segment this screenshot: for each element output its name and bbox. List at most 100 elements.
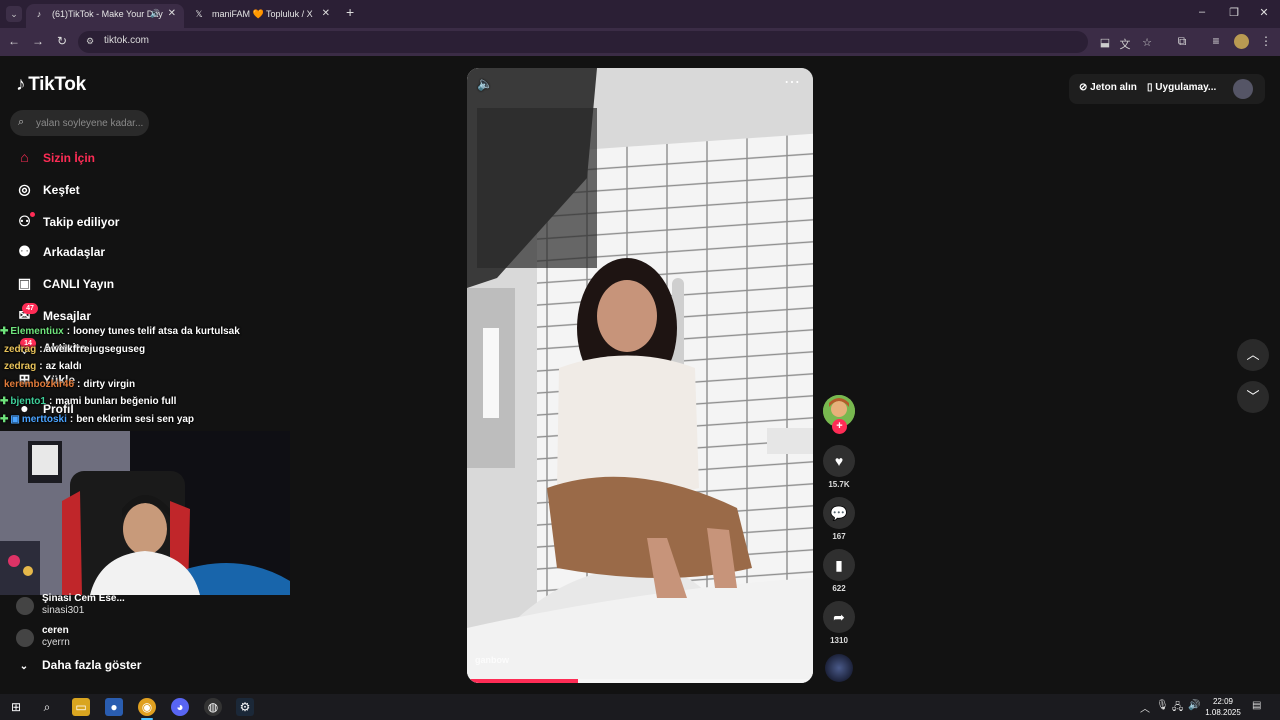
friends-icon: ⚉: [18, 243, 31, 259]
microphone-icon[interactable]: 🎙: [1156, 700, 1169, 711]
file-explorer-icon[interactable]: ▭: [72, 698, 90, 716]
url-text[interactable]: tiktok.com: [104, 35, 149, 46]
search-icon[interactable]: ⌕: [38, 698, 56, 716]
media-controls-icon[interactable]: ≡: [1208, 34, 1224, 48]
get-coins-button[interactable]: ⊘ Jeton alın: [1079, 82, 1137, 93]
chat-message: kerembozkir46: dirty virgin: [4, 379, 136, 390]
sub-badge-icon: ✚: [0, 414, 9, 425]
follow-creator-button[interactable]: +: [832, 419, 847, 434]
audio-playing-icon[interactable]: 🔊: [150, 4, 160, 24]
show-more-button[interactable]: ⌄ Daha fazla göster: [16, 658, 142, 672]
video-frame-image: [467, 68, 813, 683]
chevron-up-icon: ︿: [1246, 347, 1260, 362]
save-action[interactable]: ▮ 622: [823, 549, 855, 593]
tiktok-page: ♪TikTok ⌕ ⌂ Sizin İçin ◎ Keşfet ⚇ Takip …: [0, 56, 1280, 694]
previous-video-button[interactable]: ︿: [1237, 339, 1269, 371]
close-tab-icon[interactable]: ✕: [322, 4, 330, 24]
chat-message: zedrag: aweikfrrejugseguseg: [4, 344, 146, 355]
video-progress-bar[interactable]: [467, 679, 813, 683]
comment-count: 167: [832, 532, 846, 541]
webcam-overlay: [0, 431, 290, 595]
x-favicon-icon: 𝕏: [195, 9, 203, 19]
top-right-actions: ⊘ Jeton alın ▯ Uygulamay...: [1069, 74, 1265, 104]
install-app-icon[interactable]: ⬓: [1098, 36, 1112, 49]
reload-icon[interactable]: ↻: [54, 34, 70, 48]
video-player[interactable]: 🔈 ⋯ ganbow: [467, 68, 813, 683]
music-disc-icon[interactable]: [825, 654, 853, 682]
share-icon[interactable]: ➦: [823, 601, 855, 633]
restore-button[interactable]: ❐: [1224, 6, 1244, 19]
user-avatar[interactable]: [1233, 79, 1253, 99]
bookmark-star-icon[interactable]: ☆: [1140, 36, 1154, 49]
more-options-icon[interactable]: ⋯: [784, 72, 801, 92]
bookmark-icon[interactable]: ▮: [823, 549, 855, 581]
chat-message: zedrag: az kaldı: [4, 361, 82, 372]
tab-x-community[interactable]: 𝕏 maniFAM 🧡 Topluluk / X ✕: [186, 4, 338, 28]
tab-title: maniFAM 🧡 Topluluk / X: [212, 9, 313, 19]
chat-message: ✚ ▣ merttoski: ben eklerim sesi sen yap: [0, 414, 195, 425]
search-box[interactable]: ⌕: [10, 110, 149, 136]
windows-start-icon[interactable]: ⊞: [7, 698, 25, 716]
tiktok-favicon-icon: ♪: [36, 9, 42, 19]
site-info-icon[interactable]: ⚙: [86, 36, 98, 48]
volume-icon[interactable]: 🔈: [477, 76, 493, 92]
minimize-button[interactable]: –: [1192, 6, 1212, 18]
tiktok-logo[interactable]: ♪ TikTok: [16, 74, 86, 96]
system-clock[interactable]: 22:09 1.08.2025: [1203, 696, 1243, 718]
get-app-button[interactable]: ▯ Uygulamay...: [1147, 82, 1216, 93]
close-tab-icon[interactable]: ✕: [168, 4, 176, 24]
tab-search-dropdown-icon[interactable]: ⌄: [6, 6, 22, 22]
tab-tiktok[interactable]: ♪ (61)TikTok - Make Your Day 🔊 ✕: [26, 4, 184, 28]
browser-tab-bar: ⌄ ♪ (61)TikTok - Make Your Day 🔊 ✕ 𝕏 man…: [0, 0, 1280, 28]
extensions-icon[interactable]: ⧉: [1174, 34, 1190, 49]
network-icon[interactable]: 🖧: [1172, 700, 1183, 717]
messages-badge: 47: [22, 303, 38, 314]
like-action[interactable]: ♥ 15.7K: [823, 445, 855, 489]
browser-menu-icon[interactable]: ⋮: [1258, 34, 1274, 48]
mod-badge-icon: ▣: [10, 414, 20, 425]
phone-icon: ▯: [1147, 82, 1153, 93]
coin-icon: ⊘: [1079, 82, 1088, 93]
chevron-down-icon: ﹀: [1246, 389, 1260, 404]
app-icon[interactable]: ●: [105, 698, 123, 716]
tab-title: (61)TikTok - Make Your Day: [52, 9, 163, 19]
steam-icon[interactable]: ⚙: [236, 698, 254, 716]
notifications-icon[interactable]: ▤: [1252, 700, 1261, 711]
share-action[interactable]: ➦ 1310: [823, 601, 855, 645]
comment-action[interactable]: 💬 167: [823, 497, 855, 541]
avatar: [16, 629, 34, 647]
share-count: 1310: [830, 636, 848, 645]
notification-dot: [30, 212, 35, 217]
comment-icon[interactable]: 💬: [823, 497, 855, 529]
obs-icon[interactable]: ◍: [204, 698, 222, 716]
chat-message: ✚ Elementiux: looney tunes telif atsa da k…: [0, 326, 240, 337]
next-video-button[interactable]: ﹀: [1237, 381, 1269, 413]
tray-overflow-icon[interactable]: ︿: [1140, 700, 1150, 715]
close-window-button[interactable]: ✕: [1254, 6, 1274, 19]
browser-toolbar: ← → ↻ ⚙ tiktok.com ⬓ 文 ☆ ⧉ ≡ ⋮: [0, 28, 1280, 56]
sub-badge-icon: ✚: [0, 396, 9, 407]
discord-icon[interactable]: ◕: [171, 698, 189, 716]
new-tab-button[interactable]: +: [346, 4, 354, 20]
windows-taskbar: ⊞ ⌕ ▭ ● ◉ ◕ ◍ ⚙ ︿ 🎙 🖧 🔊 22:09 1.08.2025 …: [0, 694, 1280, 720]
sub-badge-icon: ✚: [0, 326, 9, 337]
heart-icon[interactable]: ♥: [823, 445, 855, 477]
chrome-icon[interactable]: ◉: [138, 698, 156, 716]
address-bar[interactable]: ⚙ tiktok.com ⬓ 文 ☆: [78, 31, 1152, 53]
save-count: 622: [832, 584, 846, 593]
translate-icon[interactable]: 文: [1118, 36, 1132, 52]
back-icon[interactable]: ←: [6, 34, 22, 48]
home-icon: ⌂: [20, 149, 29, 165]
tiktok-note-icon: ♪: [16, 74, 26, 95]
speaker-icon[interactable]: 🔊: [1188, 700, 1200, 711]
profile-avatar[interactable]: [1234, 34, 1249, 49]
forward-icon[interactable]: →: [30, 34, 46, 48]
chevron-down-icon: ⌄: [19, 661, 29, 672]
compass-icon: ◎: [18, 181, 31, 197]
video-progress-fill: [467, 679, 578, 683]
avatar: [16, 597, 34, 615]
search-input[interactable]: [36, 114, 146, 132]
search-icon[interactable]: ⌕: [18, 116, 24, 129]
chat-message: ✚ bjento1: mami bunları beğenio full: [0, 396, 177, 407]
like-count: 15.7K: [828, 480, 850, 489]
